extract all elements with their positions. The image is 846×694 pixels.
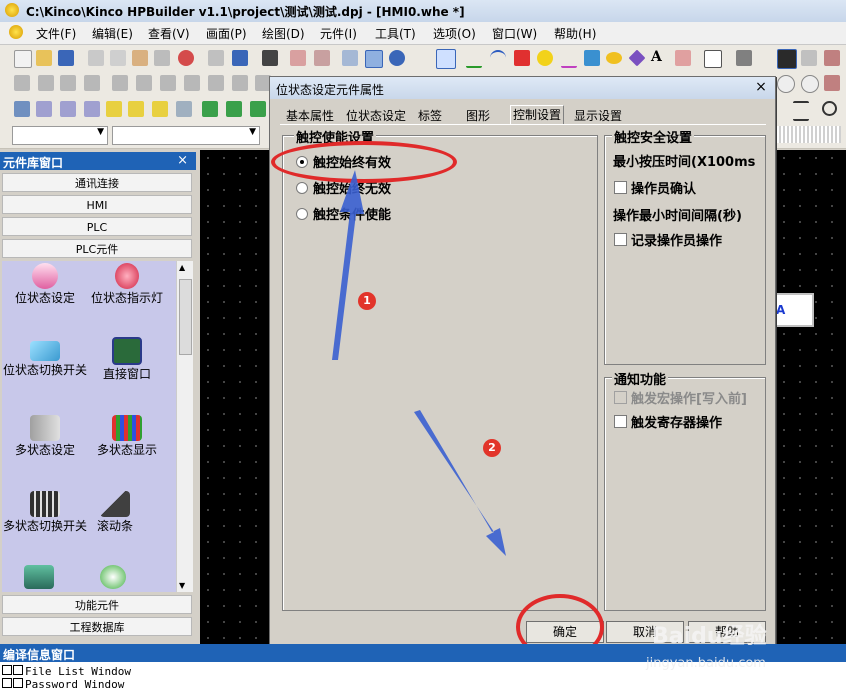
compile-title-text: 编译信息窗口 [3,648,76,662]
step-badge-2: 2 [483,439,501,457]
window-icon [2,678,12,688]
output-line-text: File List Window [25,665,131,678]
window-icon [13,678,23,688]
output-line[interactable]: File List Window [2,665,131,678]
watermark-url: jingyan.baidu.com [646,656,766,671]
output-line-text: Password Window [25,678,125,691]
arrow-up-icon [332,170,364,360]
step-badge-1: 1 [358,292,376,310]
window-icon [13,665,23,675]
annotation-arrows [332,170,506,556]
watermark-logo: Baidu经验 [652,624,767,649]
window-icon [2,665,12,675]
output-line[interactable]: Password Window [2,678,124,691]
arrow-down-icon [414,410,506,556]
